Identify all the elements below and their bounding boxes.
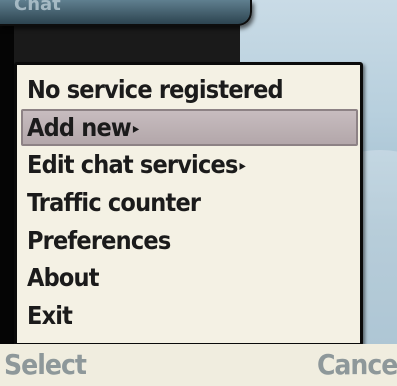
menu-item-about[interactable]: About — [23, 259, 356, 297]
menu-item-traffic-counter[interactable]: Traffic counter — [23, 184, 356, 222]
app-title: Chat — [14, 0, 61, 15]
menu-item-label: Preferences — [27, 225, 171, 255]
menu-item-no-service-registered[interactable]: No service registered — [23, 71, 356, 109]
options-menu-popup: No service registered Add new ▸ Edit chat… — [14, 62, 363, 346]
menu-item-label: About — [27, 263, 100, 293]
menu-item-label: Edit chat services — [27, 150, 238, 180]
menu-item-label: No service registered — [27, 75, 284, 104]
menu-item-edit-chat-services[interactable]: Edit chat services ▸ — [23, 146, 356, 184]
softkey-bar: Select Cancel — [0, 344, 397, 386]
screen-edge — [0, 0, 14, 386]
menu-item-add-new[interactable]: Add new ▸ — [21, 108, 358, 147]
menu-item-label: Exit — [27, 301, 73, 331]
menu-item-preferences[interactable]: Preferences — [23, 222, 356, 260]
menu-item-exit[interactable]: Exit — [23, 297, 356, 335]
phone-screen: Chat No service registered Add new ▸ Edit… — [0, 0, 397, 386]
submenu-arrow-icon: ▸ — [239, 158, 246, 175]
menu-item-label: Traffic counter — [27, 188, 201, 218]
menu-item-label: Add new — [27, 112, 132, 142]
options-menu-list: No service registered Add new ▸ Edit chat… — [21, 71, 358, 335]
select-softkey[interactable]: Select — [4, 348, 87, 381]
cancel-softkey[interactable]: Cancel — [317, 348, 397, 381]
submenu-arrow-icon: ▸ — [132, 120, 139, 137]
title-bar: Chat — [0, 0, 252, 26]
